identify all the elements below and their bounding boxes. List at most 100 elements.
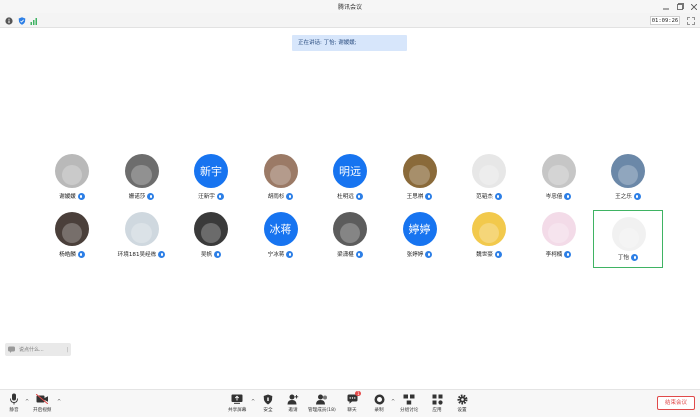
apps-button[interactable]: 应用 [431, 393, 443, 413]
record-button[interactable]: 录制 [373, 393, 385, 413]
participant-name-row: 姗诺莎 [107, 192, 177, 200]
video-off-icon [36, 393, 49, 405]
avatar [541, 212, 576, 246]
avatar [55, 154, 89, 188]
chevron-up-icon[interactable]: ^ [251, 399, 255, 405]
security-label: 安全 [263, 408, 273, 413]
participant-name-row: 王之乐 [593, 192, 663, 200]
minimize-icon[interactable] [660, 1, 672, 12]
participant-tile[interactable]: 王之乐 [593, 152, 663, 210]
mute-label: 静音 [9, 408, 19, 413]
microphone-icon [214, 250, 222, 258]
participant-name-row: 谢媛媛 [37, 192, 107, 200]
chat-bubble-icon [8, 346, 15, 353]
participant-name: 胡雨杉 [267, 194, 285, 200]
participant-name: 张婷婷 [406, 252, 424, 258]
chat-unread-badge: 1 [355, 391, 361, 396]
gear-icon [456, 393, 468, 405]
microphone-icon [425, 250, 433, 258]
microphone-icon [425, 192, 433, 200]
chat-button[interactable]: 1 聊天 [346, 391, 361, 413]
security-button[interactable]: 安全 [262, 393, 274, 413]
participant-name: 杨皓麟 [59, 252, 76, 258]
participant-tile[interactable]: 李柯楠 [524, 210, 594, 268]
chevron-up-icon[interactable]: ^ [25, 399, 29, 405]
share-screen-label: 共享屏幕 [228, 408, 247, 413]
participant-tile[interactable]: 婷婷张婷婷 [385, 210, 455, 268]
microphone-icon [564, 250, 572, 258]
participant-name: 魏世豪 [476, 252, 493, 258]
status-row: 01:09:26 [0, 13, 700, 28]
restore-icon[interactable] [674, 1, 686, 12]
participant-tile[interactable]: 谢媛媛 [37, 152, 107, 210]
participant-name: 梁潇椹 [337, 252, 354, 258]
signal-icon[interactable] [29, 16, 38, 25]
participant-name-row: 丁怡 [594, 253, 662, 261]
microphone-icon [216, 192, 224, 200]
invite-button[interactable]: 邀请 [287, 393, 299, 413]
manage-members-button[interactable]: 管理成员(18) [308, 393, 336, 413]
fullscreen-icon[interactable] [686, 16, 695, 25]
record-label: 录制 [374, 408, 384, 413]
participant-name-row: 宁冰蒋 [246, 250, 316, 258]
chevron-up-icon[interactable]: ^ [57, 399, 61, 405]
microphone-icon [494, 192, 502, 200]
chat-divider-icon: | [66, 346, 68, 353]
participant-tile[interactable]: 岑忠僖 [524, 152, 594, 210]
start-video-button[interactable]: 开启视频 [33, 393, 51, 413]
participant-tile[interactable]: 明远 杜明远 [315, 152, 385, 210]
settings-button[interactable]: 设置 [456, 393, 468, 413]
participant-tile[interactable]: 姗诺莎 [107, 152, 177, 210]
avatar [194, 212, 228, 246]
participant-tile[interactable]: 魏世豪 [454, 210, 524, 268]
end-meeting-button[interactable]: 结束会议 [657, 396, 695, 410]
participant-tile[interactable]: 环境181吴经栋 [107, 210, 177, 268]
microphone-icon [77, 192, 85, 200]
participant-tile[interactable]: 新宇汪新宇 [176, 152, 246, 210]
close-icon[interactable] [688, 1, 700, 12]
mute-button[interactable]: 静音 [8, 393, 20, 413]
meeting-timer: 01:09:26 [650, 16, 680, 25]
chevron-up-icon[interactable]: ^ [391, 399, 395, 405]
shield-icon[interactable] [17, 16, 26, 25]
avatar-figure [339, 222, 361, 244]
avatar: 明远 [333, 154, 367, 188]
avatar: 冰蒋 [263, 212, 298, 246]
chat-quick-input[interactable]: 说点什么... | [5, 343, 71, 356]
share-screen-button[interactable]: 共享屏幕 [228, 393, 246, 413]
participant-name-row: 范韬杰 [454, 192, 524, 200]
avatar [611, 154, 645, 188]
avatar [263, 154, 298, 188]
apps-label: 应用 [432, 408, 442, 413]
participant-tile[interactable]: 王思祺 [385, 152, 455, 210]
participant-tile[interactable]: 梁潇椹 [315, 210, 385, 268]
participant-name-row: 杜明远 [315, 192, 385, 200]
participant-tile[interactable]: 胡雨杉 [246, 152, 316, 210]
participant-tile[interactable]: 丁怡 [593, 210, 663, 268]
avatar-figure [618, 227, 640, 249]
participant-tile[interactable]: 范韬杰 [454, 152, 524, 210]
participant-name: 环境181吴经栋 [117, 252, 157, 258]
participant-name: 李柯楠 [545, 252, 563, 258]
participant-name: 汪新宇 [198, 194, 215, 200]
avatar-figure [200, 222, 222, 244]
avatar [541, 154, 576, 188]
avatar-figure [478, 164, 500, 186]
participant-tile[interactable]: 吴帆 [176, 210, 246, 268]
avatar: 新宇 [194, 154, 228, 188]
microphone-icon [77, 250, 85, 258]
invite-label: 邀请 [288, 408, 298, 413]
avatar [124, 154, 159, 188]
shield-icon [262, 393, 274, 405]
breakout-rooms-button[interactable]: 分组讨论 [400, 393, 418, 413]
breakout-icon [403, 393, 415, 405]
participant-tile[interactable]: 冰蒋 宁冰蒋 [246, 210, 316, 268]
manage-members-label: 管理成员(18) [308, 408, 336, 413]
microphone-icon [633, 192, 641, 200]
participant-name: 范韬杰 [476, 194, 493, 200]
participant-name-row: 汪新宇 [176, 192, 246, 200]
avatar [55, 212, 89, 246]
avatar: 婷婷 [402, 212, 437, 246]
info-icon[interactable] [4, 16, 13, 25]
participant-tile[interactable]: 杨皓麟 [37, 210, 107, 268]
